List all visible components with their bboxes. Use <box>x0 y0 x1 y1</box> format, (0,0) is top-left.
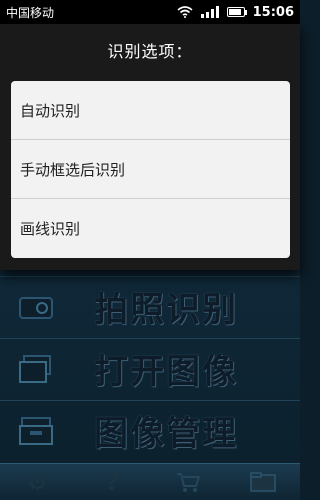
option-line-draw-recognize[interactable]: 画线识别 <box>11 199 290 258</box>
battery-icon <box>226 7 247 17</box>
recognition-options-dialog: 识别选项： 自动识别 手动框选后识别 画线识别 <box>0 24 300 270</box>
help-icon[interactable]: ? <box>99 468 127 496</box>
carrier-name: 中国移动 <box>6 5 55 20</box>
menu-item-label: 拍照识别 <box>94 290 238 330</box>
settings-icon[interactable]: ⚙ <box>24 468 52 496</box>
status-bar: 中国移动 15:06 <box>0 0 300 24</box>
bottom-toolbar: ⚙ ? <box>0 463 300 500</box>
camera-icon <box>19 296 53 319</box>
dialog-title: 识别选项： <box>107 42 193 61</box>
menu-item-open-image[interactable]: 打开图像 <box>0 338 300 398</box>
image-manage-icon <box>19 416 53 445</box>
signal-icon <box>200 6 219 18</box>
status-time: 15:06 <box>252 4 294 20</box>
menu-item-label: 打开图像 <box>94 352 238 392</box>
folder-icon[interactable] <box>249 469 277 495</box>
cart-icon[interactable] <box>174 469 202 495</box>
status-icons: 15:06 <box>177 5 294 20</box>
menu-item-camera-recognize[interactable]: 拍照识别 <box>0 276 300 336</box>
menu-item-label: 图像管理 <box>94 414 238 454</box>
option-auto-recognize[interactable]: 自动识别 <box>11 81 290 140</box>
option-manual-select-recognize[interactable]: 手动框选后识别 <box>11 140 290 199</box>
wifi-icon <box>177 6 193 18</box>
menu-item-image-manage[interactable]: 图像管理 <box>0 400 300 460</box>
options-list: 自动识别 手动框选后识别 画线识别 <box>11 81 290 258</box>
open-image-icon <box>19 354 51 383</box>
